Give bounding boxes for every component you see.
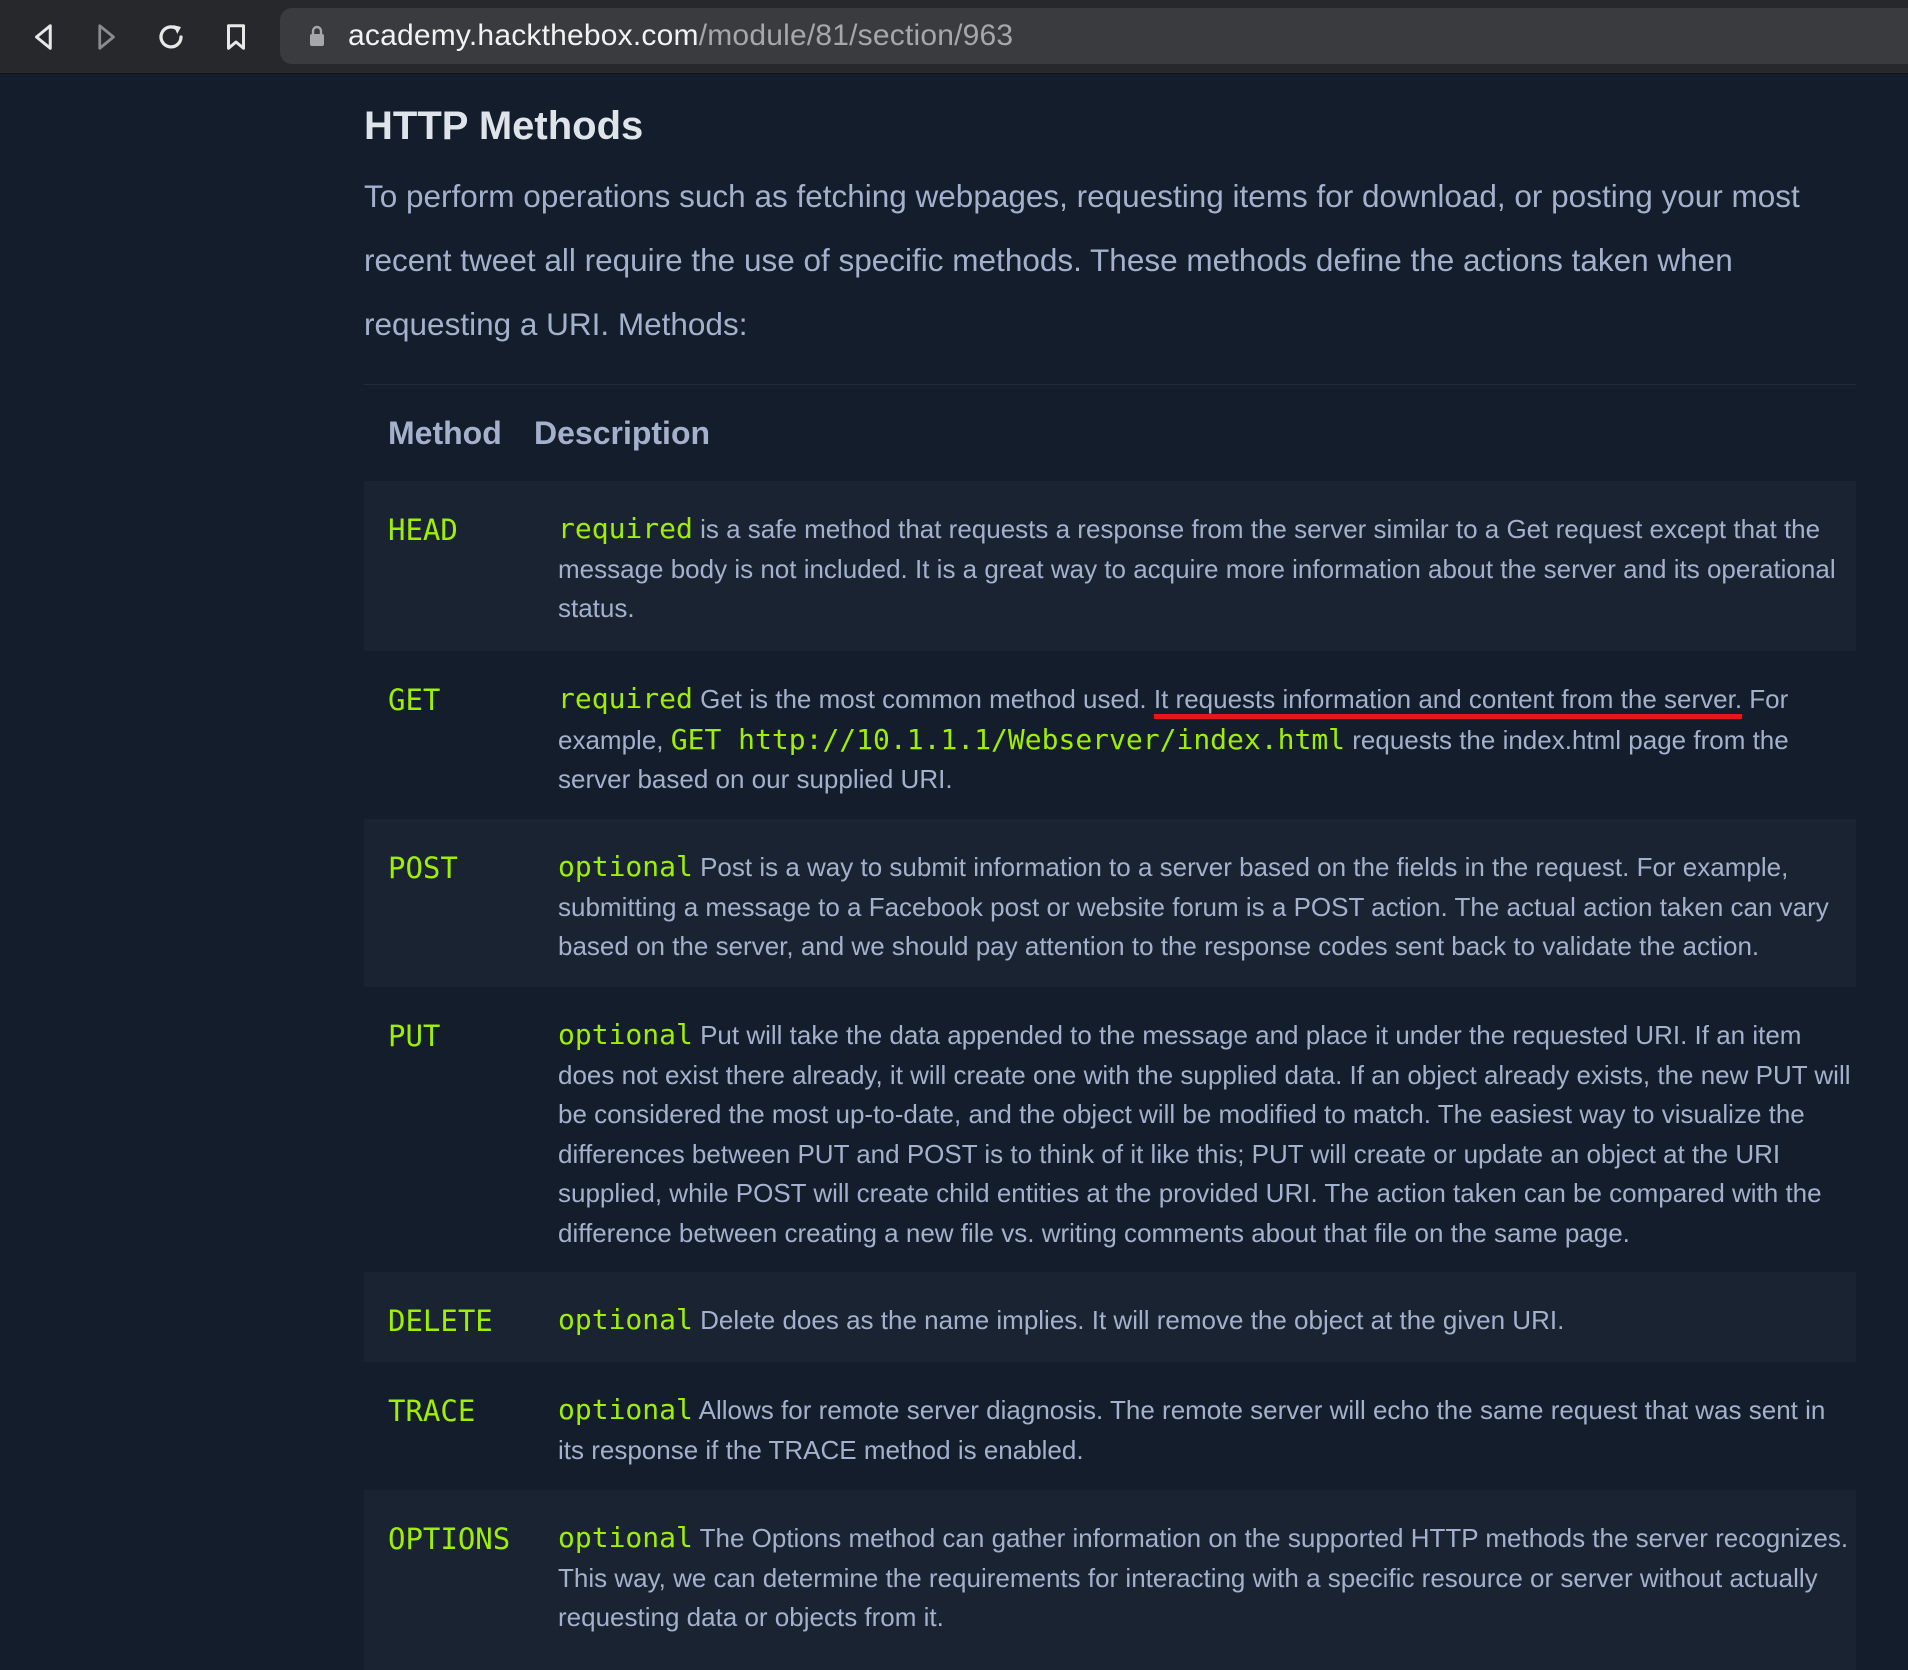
description-text: Allows for remote server diagnosis. The … xyxy=(558,1395,1826,1465)
reload-button[interactable] xyxy=(149,15,193,59)
method-tag: optional xyxy=(558,1521,693,1554)
url-host: academy.hackthebox.com xyxy=(348,19,699,52)
method-tag: optional xyxy=(558,1393,693,1426)
table-row-delete: DELETE optional Delete does as the name … xyxy=(364,1272,1856,1362)
lock-icon xyxy=(308,24,328,48)
method-tag: optional xyxy=(558,1018,693,1051)
back-button[interactable] xyxy=(22,15,66,59)
method-name: HEAD xyxy=(388,513,458,547)
description-text: Post is a way to submit information to a… xyxy=(558,852,1829,961)
forward-button[interactable] xyxy=(84,15,128,59)
browser-toolbar: academy.hackthebox.com/module/81/section… xyxy=(0,0,1908,74)
method-name: GET xyxy=(388,683,441,717)
red-underlined-text: It requests information and content from… xyxy=(1153,684,1743,714)
table-row-put: PUT optional Put will take the data appe… xyxy=(364,987,1856,1272)
back-icon xyxy=(35,24,52,50)
header-description: Description xyxy=(534,414,711,451)
table-row-options: OPTIONS optional The Options method can … xyxy=(364,1490,1856,1670)
table-row-head: HEAD required is a safe method that requ… xyxy=(364,481,1856,651)
url-path: /module/81/section/963 xyxy=(698,19,1014,52)
bookmark-icon xyxy=(227,24,245,50)
table-row-get: GET required Get is the most common meth… xyxy=(364,651,1856,819)
address-bar[interactable]: academy.hackthebox.com/module/81/section… xyxy=(280,8,1908,64)
url-text[interactable]: academy.hackthebox.com/module/81/section… xyxy=(348,19,1013,53)
table-row-trace: TRACE optional Allows for remote server … xyxy=(364,1362,1856,1490)
header-method: Method xyxy=(388,414,502,451)
method-tag: required xyxy=(558,682,693,715)
reload-icon xyxy=(159,25,183,49)
method-tag: optional xyxy=(558,850,693,883)
description-text: Put will take the data appended to the m… xyxy=(558,1020,1851,1248)
module-content: HTTP Methods To perform operations such … xyxy=(364,74,1856,1670)
method-name: TRACE xyxy=(388,1394,476,1428)
method-description: required Get is the most common method u… xyxy=(558,679,1853,819)
method-tag: required xyxy=(558,512,693,545)
method-name: POST xyxy=(388,851,458,885)
description-text: Delete does as the name implies. It will… xyxy=(700,1305,1565,1335)
intro-paragraph: To perform operations such as fetching w… xyxy=(364,178,1800,342)
method-tag: optional xyxy=(558,1303,693,1336)
table-header: Method Description xyxy=(364,385,1856,481)
method-name: OPTIONS xyxy=(388,1522,511,1556)
method-name: PUT xyxy=(388,1019,441,1053)
method-description: optional Delete does as the name implies… xyxy=(558,1300,1853,1362)
description-text: is a safe method that requests a respons… xyxy=(558,514,1836,623)
table-row-post: POST optional Post is a way to submit in… xyxy=(364,819,1856,987)
method-name: DELETE xyxy=(388,1304,493,1338)
bookmark-button[interactable] xyxy=(214,15,258,59)
inline-code-get-url: GET http://10.1.1.1/Webserver/index.html xyxy=(670,722,1346,756)
method-description: optional Put will take the data appended… xyxy=(558,1015,1853,1272)
forward-icon xyxy=(98,24,115,50)
page-title: HTTP Methods xyxy=(364,104,644,148)
method-description: required is a safe method that requests … xyxy=(558,509,1853,651)
description-text: The Options method can gather informatio… xyxy=(558,1523,1849,1632)
methods-table: Method Description HEAD required is a sa… xyxy=(364,384,1856,1670)
method-description: optional Post is a way to submit informa… xyxy=(558,847,1853,987)
method-description: optional Allows for remote server diagno… xyxy=(558,1390,1853,1490)
method-description: optional The Options method can gather i… xyxy=(558,1518,1853,1670)
description-text: Get is the most common method used. xyxy=(700,684,1154,714)
